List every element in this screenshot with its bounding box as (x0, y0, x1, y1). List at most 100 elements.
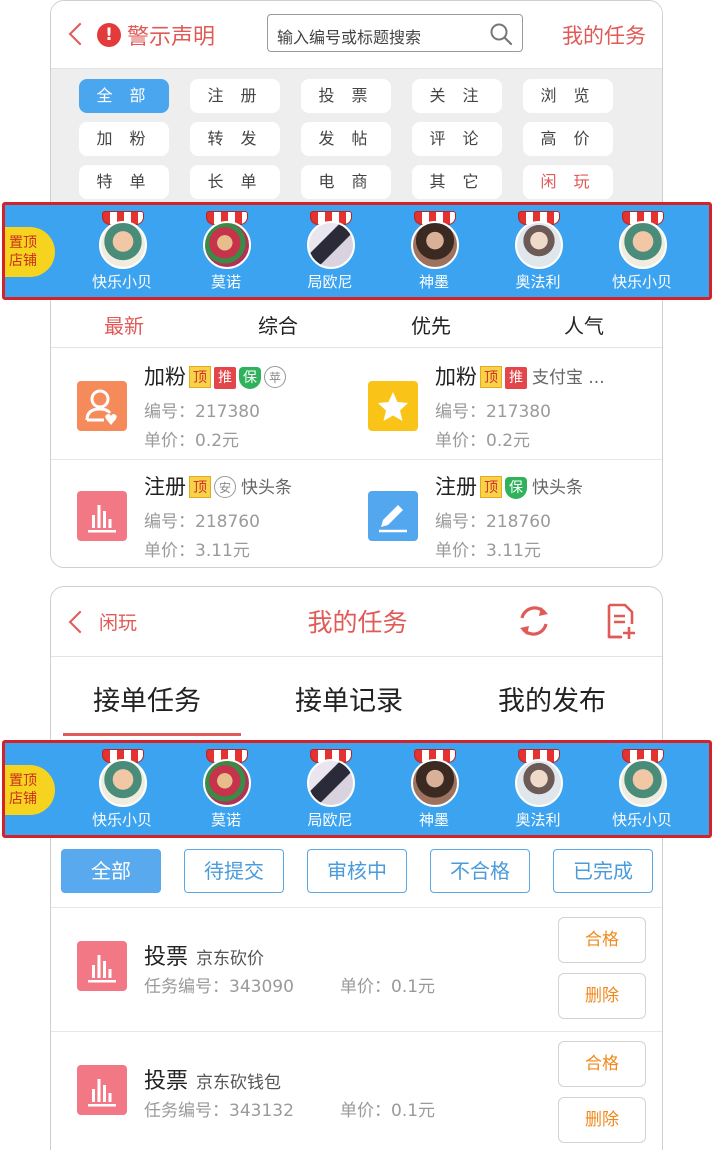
new-document-icon[interactable] (601, 600, 641, 642)
sort-priority[interactable]: 优先 (411, 310, 451, 339)
delete-button[interactable]: 删除 (558, 973, 646, 1019)
category-post[interactable]: 发 帖 (301, 122, 391, 156)
filter-completed[interactable]: 已完成 (553, 849, 653, 893)
task-title-row: 加粉顶推保苹 (144, 361, 286, 391)
task-platform: 支付宝 ... (532, 368, 605, 388)
shop-item[interactable]: 局欧尼 (280, 211, 380, 297)
pin-label-line1: 置顶 (9, 235, 37, 251)
task-item[interactable]: 加粉顶推支付宝 ... 编号：217380 单价：0.2元 (342, 349, 634, 457)
shop-item[interactable]: 莫诺 (176, 211, 276, 297)
task-price: 单价：3.11元 (435, 541, 541, 561)
category-all[interactable]: 全 部 (79, 79, 169, 113)
shop-item[interactable]: 神墨 (384, 749, 484, 835)
warning-statement-link[interactable]: 警示声明 (127, 19, 215, 51)
filter-pending-submit[interactable]: 待提交 (184, 849, 284, 893)
back-chevron-icon[interactable] (68, 22, 92, 46)
top-badge: 顶 (189, 366, 211, 388)
shop-name: 神墨 (418, 811, 449, 829)
task-title: 加粉 (144, 365, 186, 389)
pinned-shops-tag[interactable]: 置顶 店铺 (5, 227, 55, 277)
filter-all[interactable]: 全部 (61, 849, 161, 893)
shop-item[interactable]: 奥法利 (488, 211, 588, 297)
category-forward[interactable]: 转 发 (190, 122, 280, 156)
top-badge: 顶 (480, 366, 502, 388)
shop-item[interactable]: 奥法利 (488, 749, 588, 835)
tab-my-posts[interactable]: 我的发布 (498, 679, 606, 718)
approve-button[interactable]: 合格 (558, 1041, 646, 1087)
category-grid: 全 部 注 册 投 票 关 注 浏 览 加 粉 转 发 发 帖 评 论 高 价 … (51, 69, 662, 207)
refresh-icon[interactable] (514, 601, 554, 641)
category-xianwan[interactable]: 闲 玩 (523, 165, 613, 199)
shop-name: 局欧尼 (307, 273, 353, 291)
shop-name: 神墨 (418, 273, 449, 291)
shop-item[interactable]: 局欧尼 (280, 749, 380, 835)
recommend-badge: 推 (505, 367, 527, 389)
warning-icon[interactable]: ! (97, 23, 121, 47)
shop-name: 快乐小贝 (611, 273, 672, 291)
order-item[interactable]: 投票 京东砍钱包 任务编号：343132 单价：0.1元 合格 删除 (51, 1033, 662, 1150)
task-hall-header: ! 警示声明 输入编号或标题搜索 我的任务 (51, 1, 662, 69)
pin-label-line1: 置顶 (9, 773, 37, 789)
task-item[interactable]: 注册顶安快头条 编号：218760 单价：3.11元 (51, 459, 343, 567)
top-badge: 顶 (480, 476, 502, 498)
delete-button[interactable]: 删除 (558, 1097, 646, 1143)
filter-under-review[interactable]: 审核中 (307, 849, 407, 893)
sort-overall[interactable]: 综合 (258, 310, 298, 339)
my-tasks-header: 闲玩 我的任务 (51, 587, 662, 657)
shop-item[interactable]: 快乐小贝 (72, 749, 172, 835)
task-title: 加粉 (435, 365, 477, 389)
order-price: 单价：0.1元 (340, 1101, 436, 1121)
avatar (619, 221, 667, 269)
shop-item[interactable]: 快乐小贝 (72, 211, 172, 297)
task-price: 单价：3.11元 (144, 541, 250, 561)
shop-name: 局欧尼 (307, 811, 353, 829)
tab-accepted-tasks[interactable]: 接单任务 (93, 679, 201, 718)
task-price: 单价：0.2元 (435, 431, 531, 451)
shop-name: 莫诺 (210, 811, 241, 829)
filter-rejected[interactable]: 不合格 (430, 849, 530, 893)
task-platform: 快头条 (532, 478, 583, 498)
category-long-term[interactable]: 长 单 (190, 165, 280, 199)
category-ecommerce[interactable]: 电 商 (301, 165, 391, 199)
category-vote[interactable]: 投 票 (301, 79, 391, 113)
task-title-row: 注册顶保快头条 (435, 471, 583, 501)
category-browse[interactable]: 浏 览 (523, 79, 613, 113)
shop-item[interactable]: 快乐小贝 (592, 211, 692, 297)
search-input[interactable]: 输入编号或标题搜索 (267, 14, 523, 52)
guarantee-shield-badge: 保 (505, 477, 527, 499)
shop-item[interactable]: 莫诺 (176, 749, 276, 835)
shop-item[interactable]: 神墨 (384, 211, 484, 297)
avatar (411, 759, 459, 807)
bar-chart-icon (77, 491, 127, 541)
divider (51, 1031, 662, 1032)
category-special[interactable]: 特 单 (79, 165, 169, 199)
category-other[interactable]: 其 它 (412, 165, 502, 199)
category-high-price[interactable]: 高 价 (523, 122, 613, 156)
task-item[interactable]: 注册顶保快头条 编号：218760 单价：3.11元 (342, 459, 634, 567)
task-title-row: 注册顶安快头条 (144, 471, 292, 501)
avatar (307, 759, 355, 807)
tab-accepted-records[interactable]: 接单记录 (295, 679, 403, 718)
search-icon[interactable] (488, 21, 514, 47)
category-comment[interactable]: 评 论 (412, 122, 502, 156)
pinned-shops-tag[interactable]: 置顶 店铺 (5, 765, 55, 815)
recommend-badge: 推 (214, 367, 236, 389)
sort-newest[interactable]: 最新 (104, 310, 144, 339)
shop-item[interactable]: 快乐小贝 (592, 749, 692, 835)
task-price: 单价：0.2元 (144, 431, 240, 451)
sort-popularity[interactable]: 人气 (564, 310, 604, 339)
avatar (99, 221, 147, 269)
category-follow[interactable]: 关 注 (412, 79, 502, 113)
active-tab-underline (63, 733, 241, 736)
shop-name: 快乐小贝 (91, 811, 152, 829)
user-heart-icon (77, 381, 127, 431)
category-register[interactable]: 注 册 (190, 79, 280, 113)
category-add-fans[interactable]: 加 粉 (79, 122, 169, 156)
divider (51, 907, 662, 908)
approve-button[interactable]: 合格 (558, 917, 646, 963)
avatar (515, 759, 563, 807)
task-item[interactable]: 加粉顶推保苹 编号：217380 单价：0.2元 (51, 349, 343, 457)
my-tasks-link[interactable]: 我的任务 (562, 20, 646, 50)
top-badge: 顶 (189, 476, 211, 498)
order-item[interactable]: 投票 京东砍价 任务编号：343090 单价：0.1元 合格 删除 (51, 909, 662, 1031)
